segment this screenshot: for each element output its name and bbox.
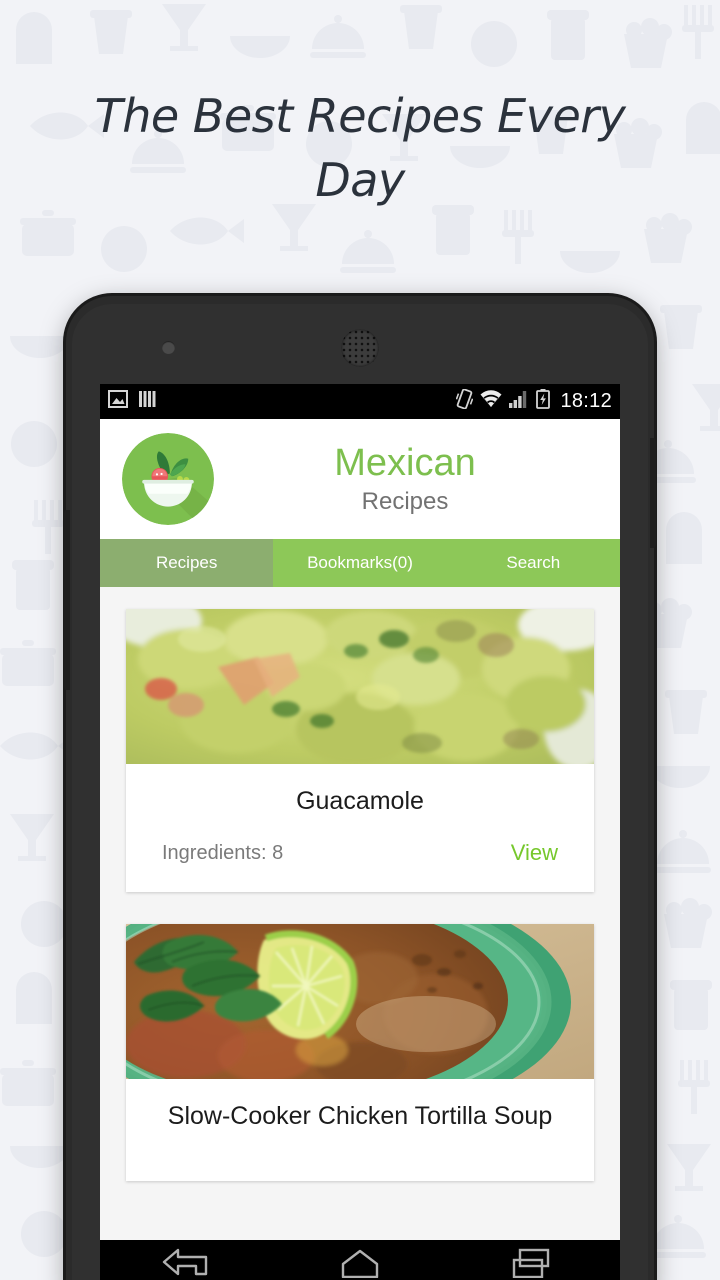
tab-bookmarks[interactable]: Bookmarks(0) (273, 539, 446, 587)
recipe-list[interactable]: Guacamole Ingredients: 8 View Slow-Cooke… (100, 587, 620, 1240)
android-status-bar: 18:12 (100, 384, 620, 419)
promo-headline: The Best Recipes Every Day (94, 89, 626, 207)
home-icon[interactable] (325, 1246, 395, 1280)
earpiece-speaker-icon (341, 329, 379, 367)
signal-bars-icon (509, 390, 529, 413)
promo-screenshot: The Best Recipes Every Day 18:12 Mexican… (0, 0, 720, 1280)
library-books-icon (139, 390, 158, 413)
recipe-ingredients-count: Ingredients: 8 (162, 841, 284, 864)
back-icon[interactable] (152, 1246, 222, 1280)
status-bar-notifications (108, 390, 158, 413)
status-bar-clock: 18:12 (560, 390, 612, 412)
phone-screen: 18:12 Mexican Recipes Recipes Bookmarks(… (100, 384, 620, 1240)
recipe-card[interactable]: Guacamole Ingredients: 8 View (126, 609, 594, 892)
tab-recipes[interactable]: Recipes (100, 539, 274, 587)
recipe-meta: Ingredients: 8 View (126, 816, 594, 892)
gallery-icon (108, 390, 128, 413)
app-subtitle: Recipes (361, 488, 449, 515)
recipe-card[interactable]: Slow-Cooker Chicken Tortilla Soup (126, 924, 594, 1181)
tab-bar: Recipes Bookmarks(0) Search (100, 539, 620, 587)
front-camera-icon (162, 341, 175, 354)
android-nav-bar (100, 1240, 620, 1280)
tortilla-soup-photo (126, 924, 594, 1079)
recents-icon[interactable] (498, 1246, 568, 1280)
recipe-view-button[interactable]: View (511, 840, 558, 866)
wifi-icon (480, 390, 502, 413)
salad-bowl-logo (122, 433, 214, 525)
battery-charging-icon (536, 389, 551, 414)
app-title: Mexican (334, 442, 476, 484)
status-bar-system-icons: 18:12 (456, 388, 612, 414)
recipe-meta (126, 1131, 594, 1181)
volume-button[interactable] (64, 510, 70, 690)
guacamole-photo (126, 609, 594, 764)
power-button[interactable] (650, 438, 656, 548)
app-header: Mexican Recipes (100, 419, 620, 539)
app-title-block: Mexican Recipes (214, 441, 596, 517)
recipe-title: Guacamole (296, 787, 424, 815)
vibrate-icon (456, 388, 474, 414)
recipe-title: Slow-Cooker Chicken Tortilla Soup (167, 1102, 553, 1130)
tab-search[interactable]: Search (447, 539, 620, 587)
